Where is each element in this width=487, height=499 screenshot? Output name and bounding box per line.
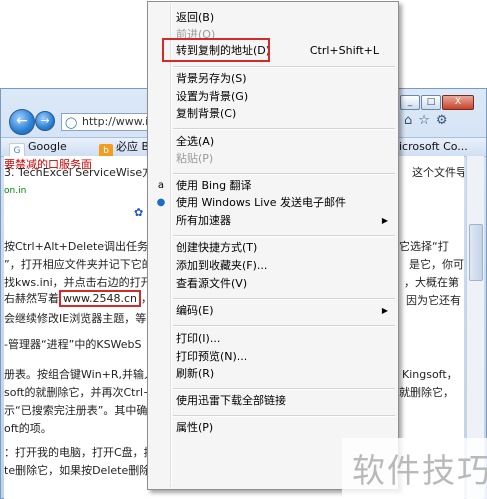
text-line: 右赫然写着www.2548.cn，是 xyxy=(4,290,163,307)
text-line: 册表。按组合键Win+R,并输入re xyxy=(4,368,167,381)
watermark-text: 软件技巧 xyxy=(352,451,487,490)
tab-google[interactable]: G Google xyxy=(9,138,67,159)
close-button[interactable]: X xyxy=(442,95,474,110)
menu-separator xyxy=(173,128,395,130)
windows-live-icon: ● xyxy=(156,197,166,208)
menu-item-thunder-download-all[interactable]: 使用迅雷下载全部链接 xyxy=(150,392,396,410)
text-line: on.in xyxy=(4,186,27,196)
menu-item-label: 所有加速器 xyxy=(176,214,231,227)
submenu-arrow-icon: ▶ xyxy=(381,216,388,225)
menu-item-label: 查看源文件(V) xyxy=(176,277,248,290)
menu-separator xyxy=(173,298,395,300)
menu-item-add-to-favorites[interactable]: 添加到收藏夹(F)... xyxy=(150,257,396,275)
address-text: http://www.iefa xyxy=(82,115,150,128)
menu-item-save-background[interactable]: 背景另存为(S) xyxy=(150,70,396,88)
menu-item-print-preview[interactable]: 打印预览(N)... xyxy=(150,348,396,366)
tab-label: Google xyxy=(28,140,67,153)
menu-item-encoding[interactable]: 编码(E) ▶ xyxy=(150,302,396,320)
menu-separator xyxy=(173,66,395,68)
text-line: 找kws.ini，并点击右边的打开 xyxy=(4,276,152,289)
menu-item-windows-live-email[interactable]: ● 使用 Windows Live 发送电子邮件 xyxy=(150,194,396,212)
menu-item-label: 打印预览(N)... xyxy=(176,350,248,363)
translate-icon: a xyxy=(157,180,165,191)
menu-item-label: 编码(E) xyxy=(176,304,214,317)
text-line: 这个文件导致 xyxy=(412,166,464,179)
menu-item-create-shortcut[interactable]: 创建快捷方式(T) xyxy=(150,239,396,257)
text-line: Kingsoft， xyxy=(402,368,458,381)
scrollbar-thumb[interactable] xyxy=(469,224,483,281)
text-line: 它选择“打 xyxy=(399,240,449,253)
menu-item-label: 刷新(R) xyxy=(176,367,215,380)
menu-item-label: 属性(P) xyxy=(176,421,214,434)
highlighted-url: www.2548.cn xyxy=(59,290,141,307)
tools-gear-icon[interactable]: ⚙ xyxy=(436,113,448,128)
tab-bing[interactable]: b 必应 Bi xyxy=(99,138,152,158)
text-line: oft的项。 xyxy=(4,422,52,435)
forward-button[interactable]: → xyxy=(35,111,55,131)
menu-item-refresh[interactable]: 刷新(R) xyxy=(150,365,396,383)
menu-item-label: 返回(B) xyxy=(176,11,215,24)
menu-item-print[interactable]: 打印(I)... xyxy=(150,330,396,348)
address-bar[interactable]: ◯ http://www.iefa xyxy=(61,113,151,131)
watermark: 软件技巧 xyxy=(342,438,487,499)
menu-item-label: 背景另存为(S) xyxy=(176,72,247,85)
menu-item-copy-background[interactable]: 复制背景(C) xyxy=(150,105,396,123)
text-line: 按Ctrl+Alt+Delete调出任务管理 xyxy=(4,240,171,253)
menu-item-label: 添加到收藏夹(F)... xyxy=(176,259,268,272)
menu-item-label: 粘贴(P) xyxy=(176,152,214,165)
menu-item-paste[interactable]: 粘贴(P) xyxy=(150,150,396,168)
text-line: 会继续修改IE浏览器主题，等出 xyxy=(4,312,158,325)
red-highlight-box xyxy=(162,38,270,62)
menu-item-label: 复制背景(C) xyxy=(176,107,237,120)
right-toolbar: ⌂ ☆ ⚙ xyxy=(404,113,448,128)
menu-separator xyxy=(173,415,395,417)
menu-item-label: 使用迅雷下载全部链接 xyxy=(176,394,286,407)
minimize-button[interactable]: _ xyxy=(400,95,420,110)
menu-item-properties[interactable]: 属性(P) xyxy=(150,419,396,437)
window-controls: _ □ X xyxy=(400,95,474,110)
menu-item-label: 使用 Bing 翻译 xyxy=(176,179,252,192)
menu-item-select-all[interactable]: 全选(A) xyxy=(150,133,396,151)
context-menu: 返回(B) 前进(O) 转到复制的地址(D) Ctrl+Shift+L 背景另存为… xyxy=(147,1,399,490)
menu-item-all-accelerators[interactable]: 所有加速器 ▶ xyxy=(150,212,396,230)
menu-item-label: 设置为背景(G) xyxy=(176,90,249,103)
text-line: ，大概在第 xyxy=(404,276,459,289)
menu-item-label: 全选(A) xyxy=(176,135,215,148)
menu-separator xyxy=(173,235,395,237)
back-button[interactable]: ← xyxy=(9,109,35,135)
text-segment: 右赫然写着 xyxy=(4,292,59,305)
text-line: -管理器“进程”中的KSWebS xyxy=(4,338,142,351)
baidu-paw-icon: ✿ xyxy=(134,206,144,219)
ie-page-icon: ◯ xyxy=(65,116,78,129)
tab-label: icrosoft Co... xyxy=(399,140,468,153)
text-line: 示“已搜索完注册表”。其中确 xyxy=(4,404,148,417)
home-icon[interactable]: ⌂ xyxy=(404,113,412,128)
favorites-star-icon[interactable]: ☆ xyxy=(418,113,430,128)
menu-separator xyxy=(173,388,395,390)
text-line: 因为它还有 xyxy=(406,294,461,307)
text-line: 3. TechExcel ServiceWise方 xyxy=(4,166,154,179)
menu-separator xyxy=(173,173,395,175)
text-line: 是它，你可 xyxy=(409,258,464,271)
menu-item-back[interactable]: 返回(B) xyxy=(150,9,396,27)
menu-item-label: 使用 Windows Live 发送电子邮件 xyxy=(176,196,347,209)
menu-separator xyxy=(173,325,395,327)
menu-item-label: 打印(I)... xyxy=(176,332,221,345)
submenu-arrow-icon: ▶ xyxy=(381,306,388,315)
menu-item-view-source[interactable]: 查看源文件(V) xyxy=(150,275,396,293)
text-line: ”，打开相应文件夹并记下它的 xyxy=(4,258,153,271)
menu-item-set-as-background[interactable]: 设置为背景(G) xyxy=(150,88,396,106)
menu-item-bing-translate[interactable]: a 使用 Bing 翻译 xyxy=(150,177,396,195)
menu-item-shortcut: Ctrl+Shift+L xyxy=(309,44,379,57)
text-line: soft的就删除它，并再次Ctrl+F xyxy=(4,386,159,399)
menu-item-label: 创建快捷方式(T) xyxy=(176,241,258,254)
tab-microsoft[interactable]: icrosoft Co... xyxy=(399,138,468,156)
maximize-button[interactable]: □ xyxy=(421,95,441,110)
